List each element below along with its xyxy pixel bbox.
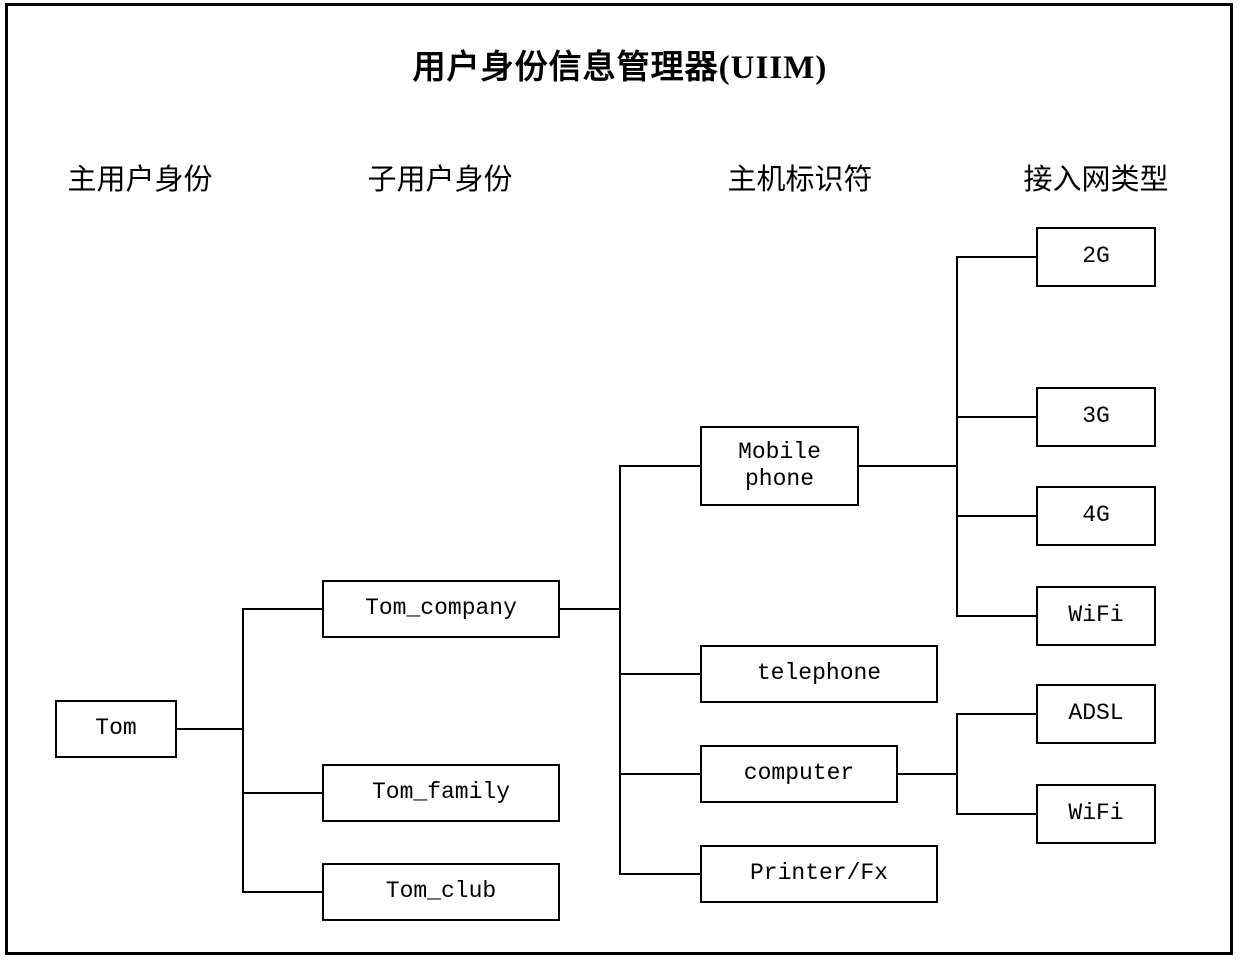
node-wifi-mobile[interactable]: WiFi bbox=[1036, 586, 1156, 646]
node-mobile-phone[interactable]: Mobile phone bbox=[700, 426, 859, 506]
column-header-access-network-type: 接入网类型 bbox=[1023, 164, 1169, 196]
node-3g[interactable]: 3G bbox=[1036, 387, 1156, 447]
bus-sub-users bbox=[242, 609, 244, 893]
diagram-canvas: 用户身份信息管理器(UIIM) 主用户身份 子用户身份 主机标识符 接入网类型 … bbox=[0, 0, 1240, 966]
edge-host-bus-to-telephone bbox=[619, 673, 701, 675]
node-4g[interactable]: 4G bbox=[1036, 486, 1156, 546]
edge-tom-to-bus bbox=[177, 728, 242, 730]
bus-mobile-networks bbox=[956, 257, 958, 617]
edge-computer-bus-to-wifi bbox=[956, 813, 1038, 815]
edge-computer-to-network-bus bbox=[898, 773, 958, 775]
node-tom[interactable]: Tom bbox=[55, 700, 177, 758]
edge-bus-to-tom-club bbox=[242, 891, 322, 893]
node-wifi-computer[interactable]: WiFi bbox=[1036, 784, 1156, 844]
column-header-sub-user-identity: 子用户身份 bbox=[367, 164, 513, 196]
edge-network-bus-to-wifi bbox=[956, 615, 1038, 617]
node-tom-family[interactable]: Tom_family bbox=[322, 764, 560, 822]
node-printer-fx[interactable]: Printer/Fx bbox=[700, 845, 938, 903]
node-adsl[interactable]: ADSL bbox=[1036, 684, 1156, 744]
node-telephone[interactable]: telephone bbox=[700, 645, 938, 703]
edge-network-bus-to-4g bbox=[956, 515, 1038, 517]
edge-mobile-phone-to-network-bus bbox=[859, 465, 958, 467]
edge-bus-to-tom-company bbox=[242, 608, 322, 610]
bus-computer-networks bbox=[956, 714, 958, 815]
edge-host-bus-to-printer-fx bbox=[619, 873, 701, 875]
node-computer[interactable]: computer bbox=[700, 745, 898, 803]
edge-tom-company-to-host-bus bbox=[560, 608, 620, 610]
edge-network-bus-to-3g bbox=[956, 416, 1038, 418]
node-tom-company[interactable]: Tom_company bbox=[322, 580, 560, 638]
edge-host-bus-to-mobile-phone bbox=[619, 465, 701, 467]
edge-host-bus-to-computer bbox=[619, 773, 701, 775]
node-2g[interactable]: 2G bbox=[1036, 227, 1156, 287]
column-header-primary-user-identity: 主用户身份 bbox=[67, 164, 213, 196]
page-title: 用户身份信息管理器(UIIM) bbox=[412, 50, 828, 86]
edge-bus-to-tom-family bbox=[242, 792, 322, 794]
bus-hosts bbox=[619, 466, 621, 875]
node-tom-club[interactable]: Tom_club bbox=[322, 863, 560, 921]
edge-network-bus-to-2g bbox=[956, 256, 1038, 258]
column-header-host-identifier: 主机标识符 bbox=[727, 164, 873, 196]
edge-computer-bus-to-adsl bbox=[956, 713, 1038, 715]
